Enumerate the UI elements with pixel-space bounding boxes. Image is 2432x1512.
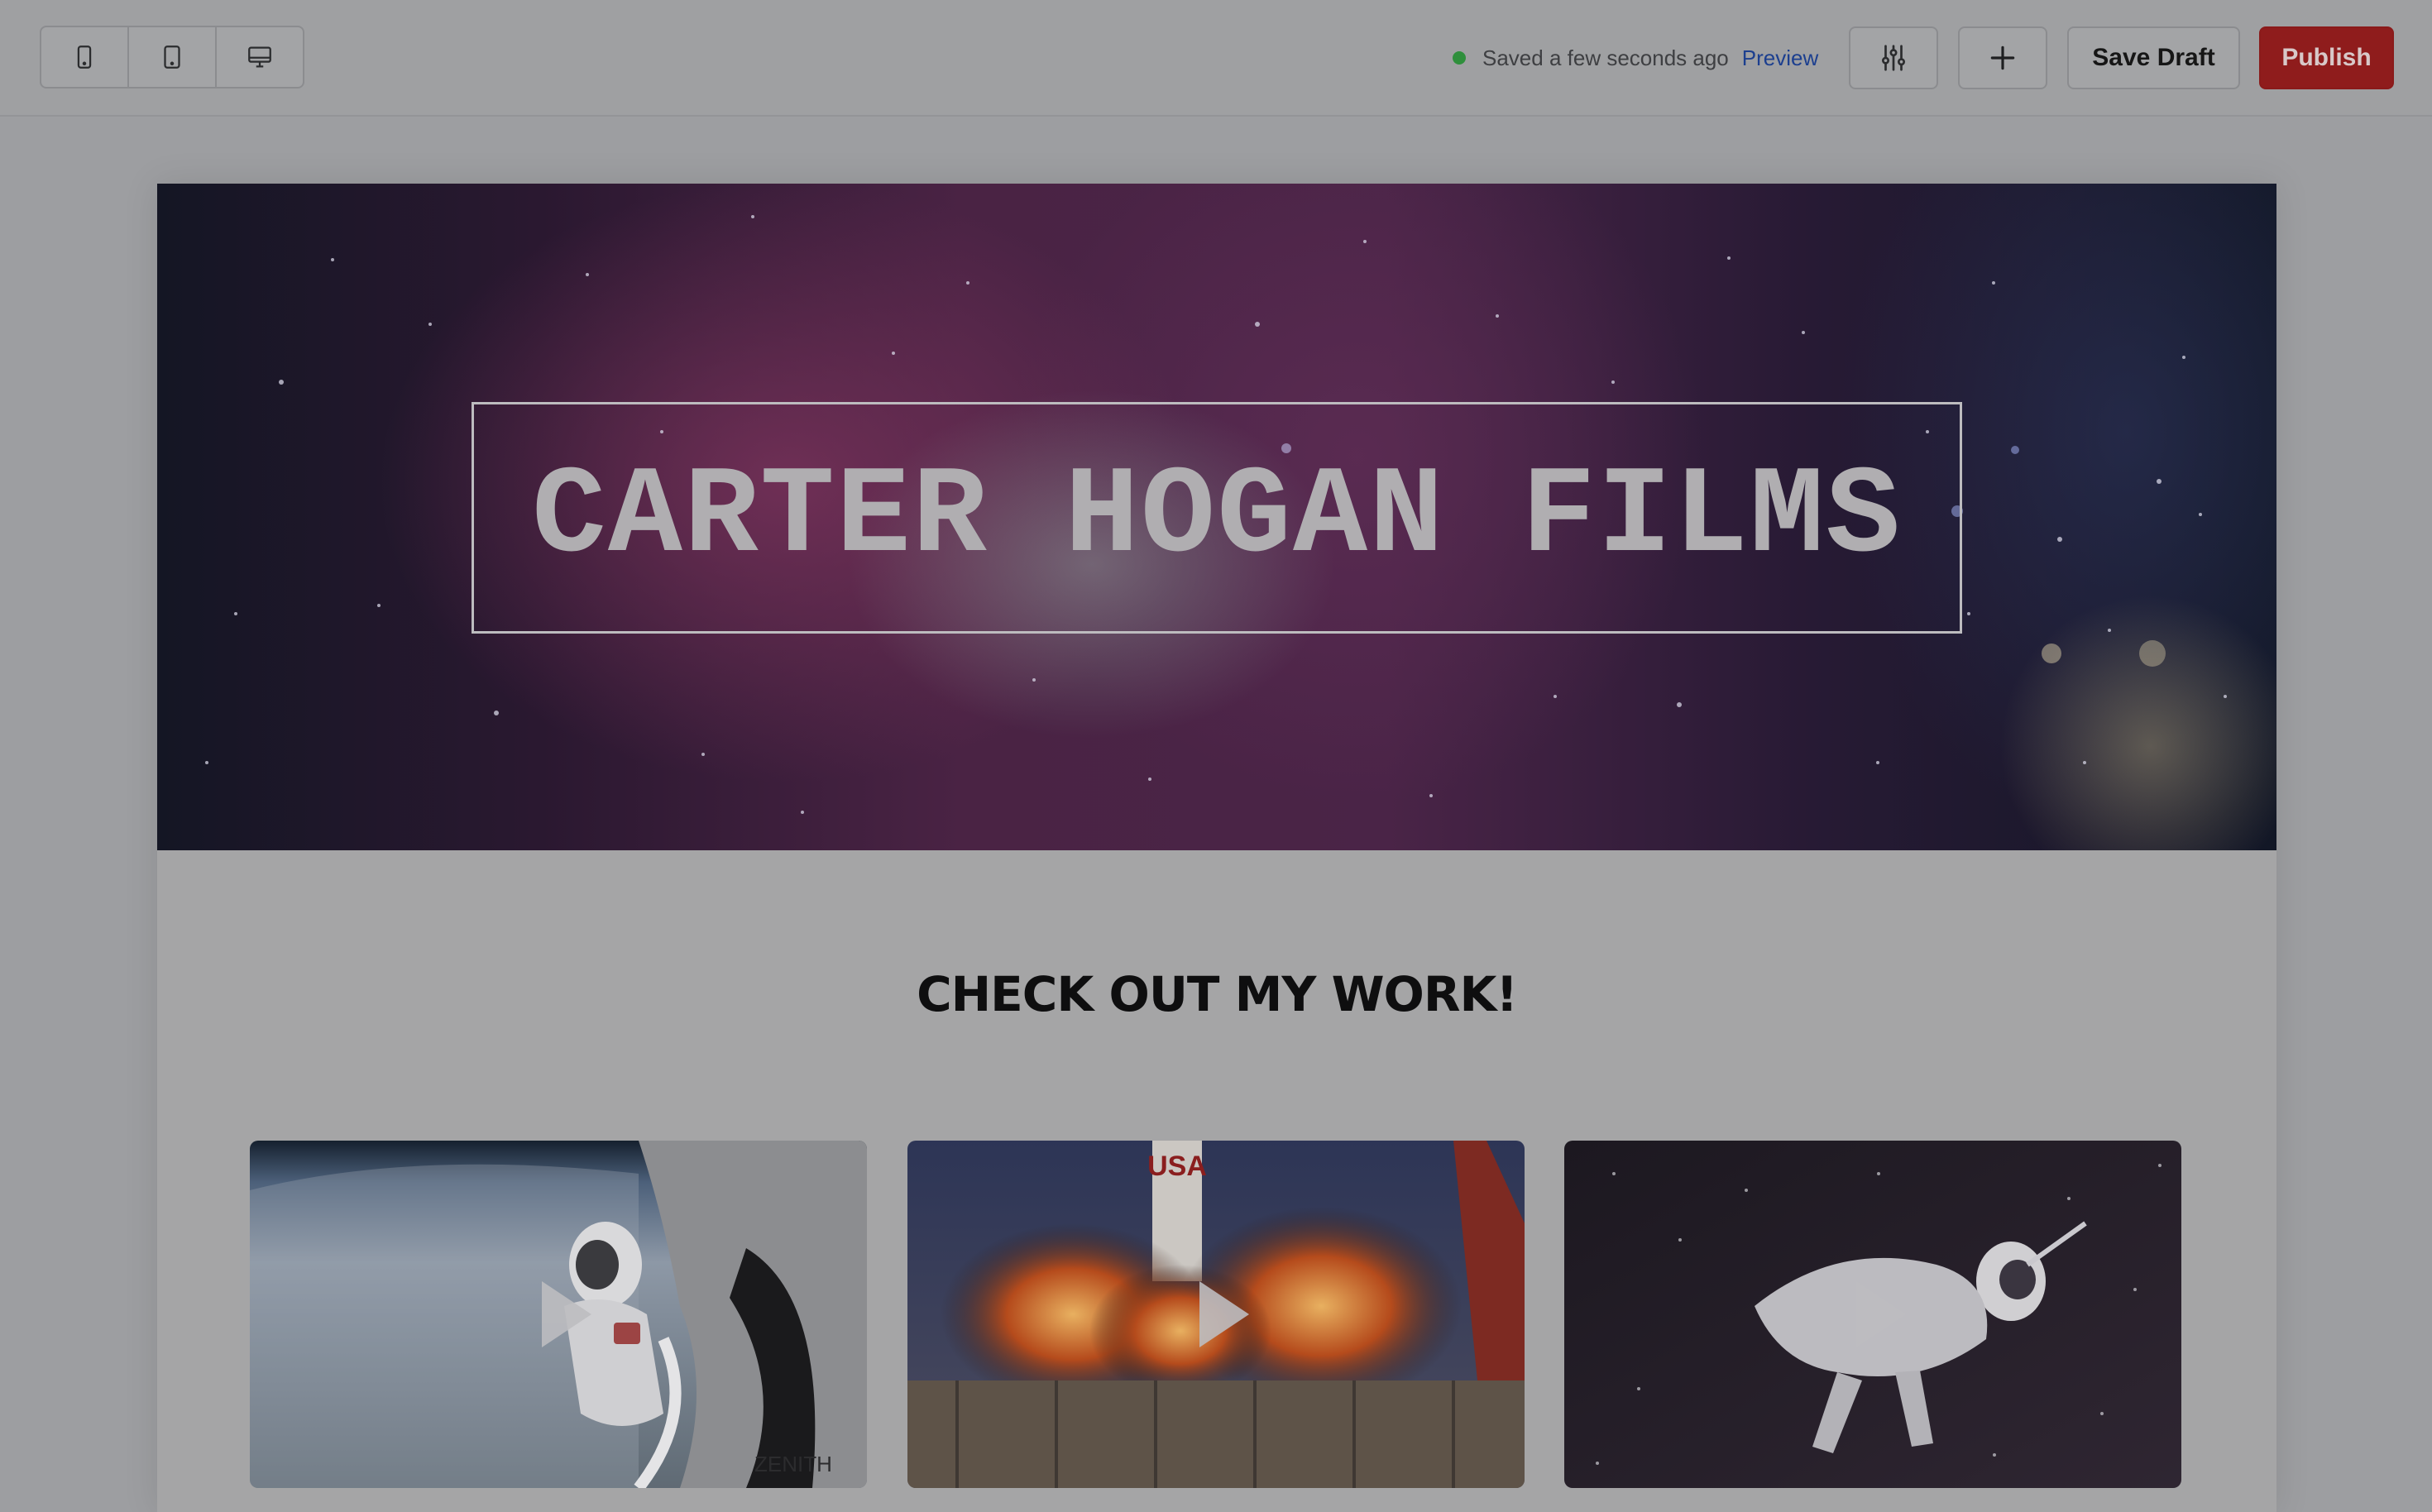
tablet-icon — [164, 45, 180, 69]
status-dot — [1453, 51, 1466, 65]
zenith-caption: ZENITH — [754, 1452, 832, 1476]
sliders-icon — [1881, 45, 1906, 71]
page-canvas: CARTER HOGAN FILMS CHECK OUT MY WORK! ZE… — [157, 184, 2276, 1512]
mobile-view-button[interactable] — [41, 27, 129, 87]
save-status: Saved a few seconds ago Preview — [1453, 41, 1818, 74]
editor-toolbar: Saved a few seconds ago Preview Save Dra… — [0, 0, 2432, 117]
desktop-view-button[interactable] — [217, 27, 303, 87]
tablet-view-button[interactable] — [129, 27, 217, 87]
play-icon[interactable] — [534, 1281, 600, 1347]
section-heading[interactable]: CHECK OUT MY WORK! — [157, 966, 2276, 1022]
play-icon[interactable] — [1848, 1281, 1914, 1347]
hero-title-frame: CARTER HOGAN FILMS — [472, 402, 1962, 634]
video-thumbnail-3[interactable] — [1564, 1141, 2181, 1488]
video-thumbnail-2[interactable]: USA — [907, 1141, 1525, 1488]
plus-icon — [1990, 45, 2015, 70]
video-thumbnail-1[interactable]: ZENITH — [250, 1141, 867, 1488]
save-status-text: Saved a few seconds ago — [1482, 45, 1729, 70]
settings-button[interactable] — [1849, 26, 1938, 89]
play-icon[interactable] — [1191, 1281, 1257, 1347]
preview-link[interactable]: Preview — [1742, 45, 1818, 71]
hero-title[interactable]: CARTER HOGAN FILMS — [532, 447, 1902, 588]
publish-button[interactable]: Publish — [2259, 26, 2394, 89]
save-draft-button[interactable]: Save Draft — [2067, 26, 2240, 89]
device-switcher — [40, 26, 304, 89]
mobile-icon — [77, 45, 92, 69]
hero-banner[interactable]: CARTER HOGAN FILMS — [157, 184, 2276, 850]
desktop-icon — [248, 46, 271, 68]
usa-caption: USA — [1147, 1151, 1207, 1182]
add-block-button[interactable] — [1958, 26, 2047, 89]
